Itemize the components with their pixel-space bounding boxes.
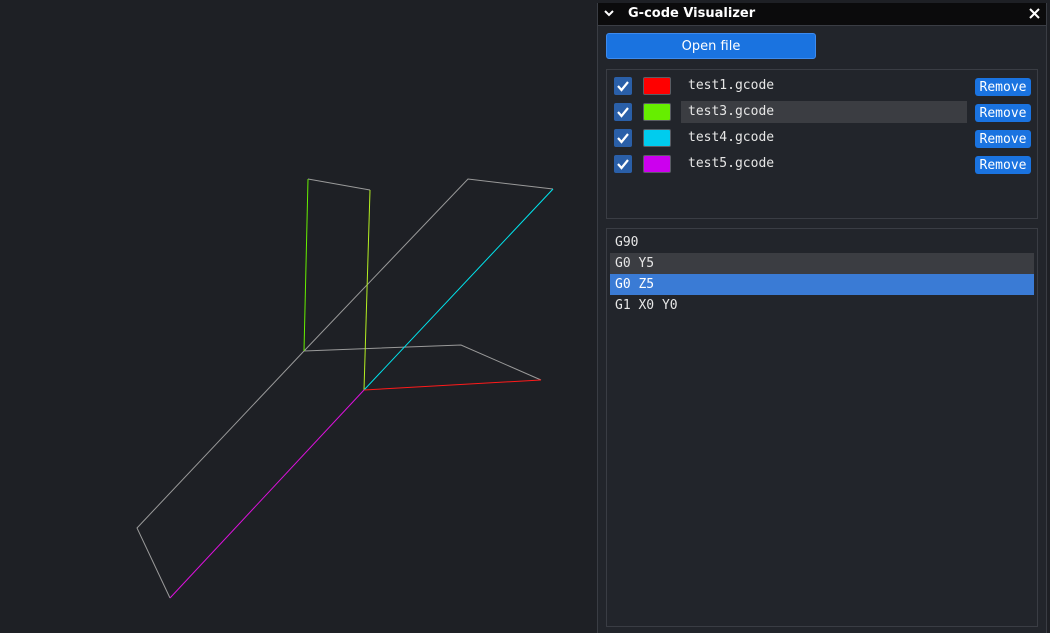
file-row: test1.gcode Remove bbox=[607, 75, 1037, 97]
3d-viewport[interactable] bbox=[0, 0, 597, 633]
gcode-line[interactable]: G90 bbox=[610, 232, 1034, 253]
path-gray-outline-4 bbox=[307, 178, 371, 191]
open-file-button[interactable]: Open file bbox=[606, 33, 816, 59]
path-test1 bbox=[363, 379, 542, 391]
toolpath-canvas[interactable] bbox=[0, 0, 597, 633]
file-row: test4.gcode Remove bbox=[607, 127, 1037, 149]
file-visible-checkbox[interactable] bbox=[614, 103, 632, 121]
file-name[interactable]: test3.gcode bbox=[681, 101, 967, 123]
gcode-line[interactable]: G1 X0 Y0 bbox=[610, 295, 1034, 316]
path-gray-outline-1 bbox=[303, 178, 554, 352]
path-test3-b bbox=[363, 189, 371, 391]
checkmark-icon bbox=[617, 107, 629, 118]
remove-file-button[interactable]: Remove bbox=[975, 156, 1031, 174]
path-test3 bbox=[303, 178, 309, 352]
close-icon[interactable] bbox=[1029, 8, 1040, 19]
file-visible-checkbox[interactable] bbox=[614, 77, 632, 95]
file-row: test5.gcode Remove bbox=[607, 153, 1037, 175]
gcode-line[interactable]: G0 Y5 bbox=[610, 253, 1034, 274]
remove-file-button[interactable]: Remove bbox=[975, 104, 1031, 122]
file-color-swatch[interactable] bbox=[643, 155, 671, 173]
file-row: test3.gcode Remove bbox=[607, 101, 1037, 123]
file-visible-checkbox[interactable] bbox=[614, 129, 632, 147]
panel-title: G-code Visualizer bbox=[628, 6, 756, 21]
checkmark-icon bbox=[617, 81, 629, 92]
file-name[interactable]: test1.gcode bbox=[681, 75, 967, 97]
file-color-swatch[interactable] bbox=[643, 129, 671, 147]
path-test5 bbox=[169, 389, 365, 599]
file-list: test1.gcode Remove test3.gcode Remove te… bbox=[606, 69, 1038, 219]
panel-titlebar[interactable]: G-code Visualizer bbox=[598, 3, 1046, 26]
remove-file-button[interactable]: Remove bbox=[975, 130, 1031, 148]
file-name[interactable]: test5.gcode bbox=[681, 153, 967, 175]
file-color-swatch[interactable] bbox=[643, 77, 671, 95]
gcode-visualizer-panel: G-code Visualizer Open file test1.gcode … bbox=[597, 3, 1047, 633]
checkmark-icon bbox=[617, 159, 629, 170]
remove-file-button[interactable]: Remove bbox=[975, 78, 1031, 96]
path-gray-outline-3 bbox=[136, 350, 305, 599]
file-visible-checkbox[interactable] bbox=[614, 155, 632, 173]
checkmark-icon bbox=[617, 133, 629, 144]
path-gray-outline-2 bbox=[303, 344, 542, 381]
file-color-swatch[interactable] bbox=[643, 103, 671, 121]
gcode-line-selected[interactable]: G0 Z5 bbox=[610, 274, 1034, 295]
chevron-down-icon[interactable] bbox=[603, 7, 615, 19]
path-test4 bbox=[363, 188, 554, 391]
file-name[interactable]: test4.gcode bbox=[681, 127, 967, 149]
gcode-line-list[interactable]: G90 G0 Y5 G0 Z5 G1 X0 Y0 bbox=[606, 228, 1038, 627]
